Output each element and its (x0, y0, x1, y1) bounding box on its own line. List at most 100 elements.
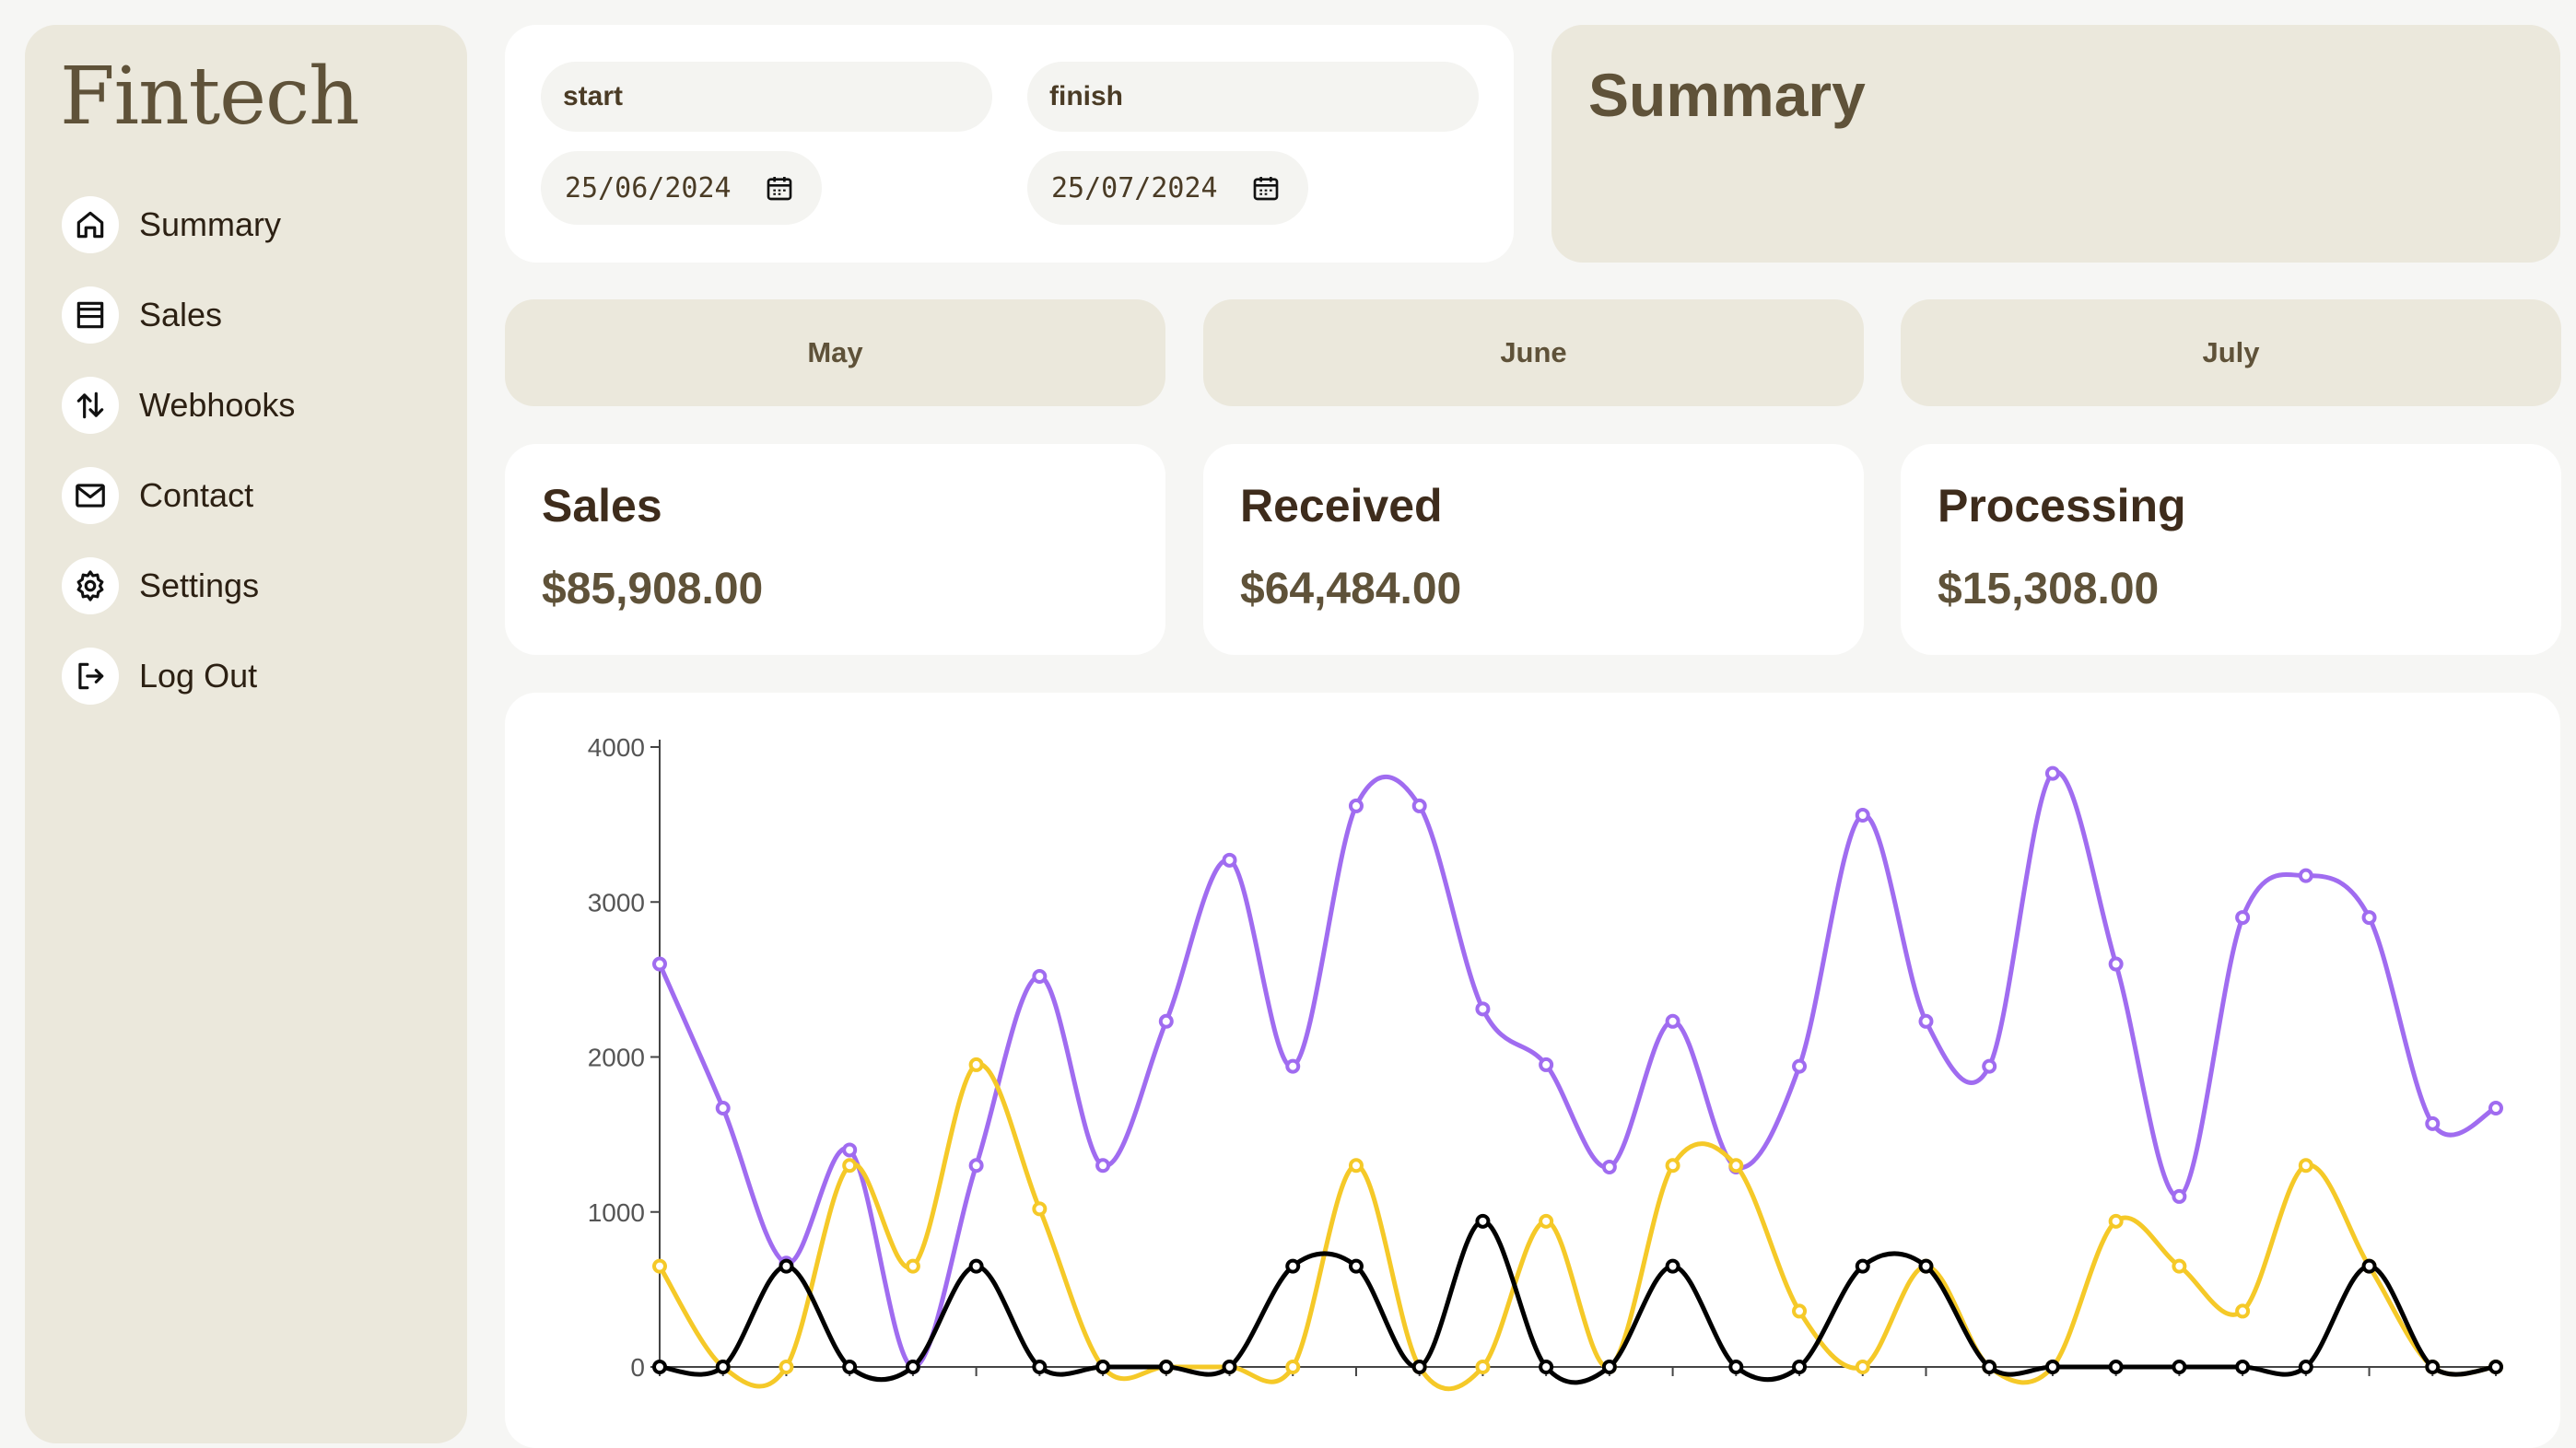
data-point (1348, 798, 1364, 813)
data-point (1855, 808, 1870, 823)
data-point (1095, 1158, 1111, 1174)
data-point (2425, 1115, 2441, 1131)
data-point (1032, 1360, 1048, 1374)
stat-value: $85,908.00 (542, 565, 764, 613)
data-point (1792, 1058, 1808, 1074)
sidebar-item-logout[interactable]: Log Out (62, 631, 295, 721)
data-point (2044, 1360, 2060, 1374)
app-logo: Fintech (60, 51, 360, 143)
chart-card: 0 1000 2000 3000 4000 (505, 693, 2560, 1448)
data-point (652, 1258, 667, 1274)
finish-date-value: 25/07/2024 (1051, 171, 1218, 204)
start-label: start (541, 62, 992, 132)
finish-label: finish (1027, 62, 1479, 132)
data-point (1032, 969, 1048, 985)
sidebar-item-label: Sales (139, 296, 223, 333)
month-button-july[interactable]: July (1901, 299, 2561, 406)
month-button-june[interactable]: June (1203, 299, 1864, 406)
stat-title: Processing (1938, 480, 2186, 531)
data-point (1222, 1360, 1237, 1374)
data-point (715, 1101, 731, 1116)
data-point (1792, 1360, 1808, 1374)
stat-title: Sales (542, 480, 662, 531)
data-point (1665, 1258, 1680, 1274)
data-point (1158, 1013, 1174, 1029)
sidebar-item-sales[interactable]: Sales (62, 270, 295, 360)
sidebar-item-label: Log Out (139, 657, 258, 695)
data-point (2235, 910, 2251, 926)
series-line-2 (657, 1061, 2497, 1392)
y-tick-label: 1000 (588, 1198, 645, 1227)
data-point (1855, 1258, 1870, 1274)
data-point (905, 1360, 920, 1374)
y-tick-label: 4000 (588, 733, 645, 762)
mail-icon (62, 467, 119, 524)
sidebar-item-label: Contact (139, 476, 254, 514)
data-point (1601, 1360, 1617, 1374)
data-point (1348, 1258, 1364, 1274)
sidebar-item-settings[interactable]: Settings (62, 541, 295, 631)
data-point (1032, 1201, 1048, 1217)
data-point (1475, 1001, 1491, 1017)
data-point (905, 1258, 920, 1274)
data-point (1411, 1360, 1427, 1374)
month-button-may[interactable]: May (505, 299, 1165, 406)
calendar-icon[interactable] (765, 173, 794, 203)
data-point (1665, 1013, 1680, 1029)
data-point (2361, 1258, 2377, 1274)
data-point (1475, 1360, 1491, 1374)
data-point (779, 1360, 794, 1374)
data-point (2172, 1360, 2187, 1374)
sidebar: Fintech Summary Sales Webhooks Contact S… (25, 25, 467, 1443)
data-point (1285, 1258, 1301, 1274)
data-point (2425, 1360, 2441, 1374)
data-point (968, 1057, 984, 1072)
data-point (779, 1258, 794, 1274)
data-point (1728, 1360, 1744, 1374)
data-point (1411, 798, 1427, 813)
data-point (652, 956, 667, 972)
y-tick-label: 2000 (588, 1044, 645, 1072)
data-point (968, 1158, 984, 1174)
data-point (1539, 1360, 1554, 1374)
stat-value: $15,308.00 (1938, 565, 2160, 613)
data-point (1348, 1158, 1364, 1174)
calendar-icon[interactable] (1251, 173, 1281, 203)
data-point (2108, 1213, 2124, 1229)
data-point (1982, 1360, 1997, 1374)
sidebar-item-webhooks[interactable]: Webhooks (62, 360, 295, 450)
data-point (2044, 765, 2060, 781)
series-line-1 (657, 769, 2498, 1370)
data-point (2298, 1158, 2313, 1174)
stat-title: Received (1240, 480, 1443, 531)
data-point (2361, 910, 2377, 926)
data-point (2488, 1101, 2503, 1116)
data-point (1982, 1058, 1997, 1074)
data-point (715, 1360, 731, 1374)
data-point (2298, 1360, 2313, 1374)
data-point (842, 1142, 858, 1158)
finish-date-input[interactable]: 25/07/2024 (1027, 151, 1308, 225)
summary-title: Summary (1588, 61, 1866, 129)
stat-card-received: Received $64,484.00 (1203, 444, 1864, 655)
date-range-card: start finish 25/06/2024 25/07/2024 (505, 25, 1514, 263)
data-point (1918, 1258, 1934, 1274)
data-point (1728, 1158, 1744, 1174)
sidebar-item-label: Summary (139, 205, 282, 243)
data-point (1475, 1213, 1491, 1229)
data-point (2488, 1360, 2503, 1374)
sidebar-item-contact[interactable]: Contact (62, 450, 295, 541)
line-chart: 0 1000 2000 3000 4000 (588, 733, 2503, 1392)
data-point (1095, 1360, 1111, 1374)
start-date-value: 25/06/2024 (565, 171, 732, 204)
sidebar-item-summary[interactable]: Summary (62, 180, 295, 270)
y-tick-label: 0 (630, 1353, 645, 1382)
data-point (1855, 1360, 1870, 1374)
data-point (2235, 1303, 2251, 1319)
data-point (1601, 1159, 1617, 1174)
data-point (2235, 1360, 2251, 1374)
data-point (1158, 1360, 1174, 1374)
data-point (842, 1360, 858, 1374)
start-date-input[interactable]: 25/06/2024 (541, 151, 822, 225)
home-icon (62, 196, 119, 253)
